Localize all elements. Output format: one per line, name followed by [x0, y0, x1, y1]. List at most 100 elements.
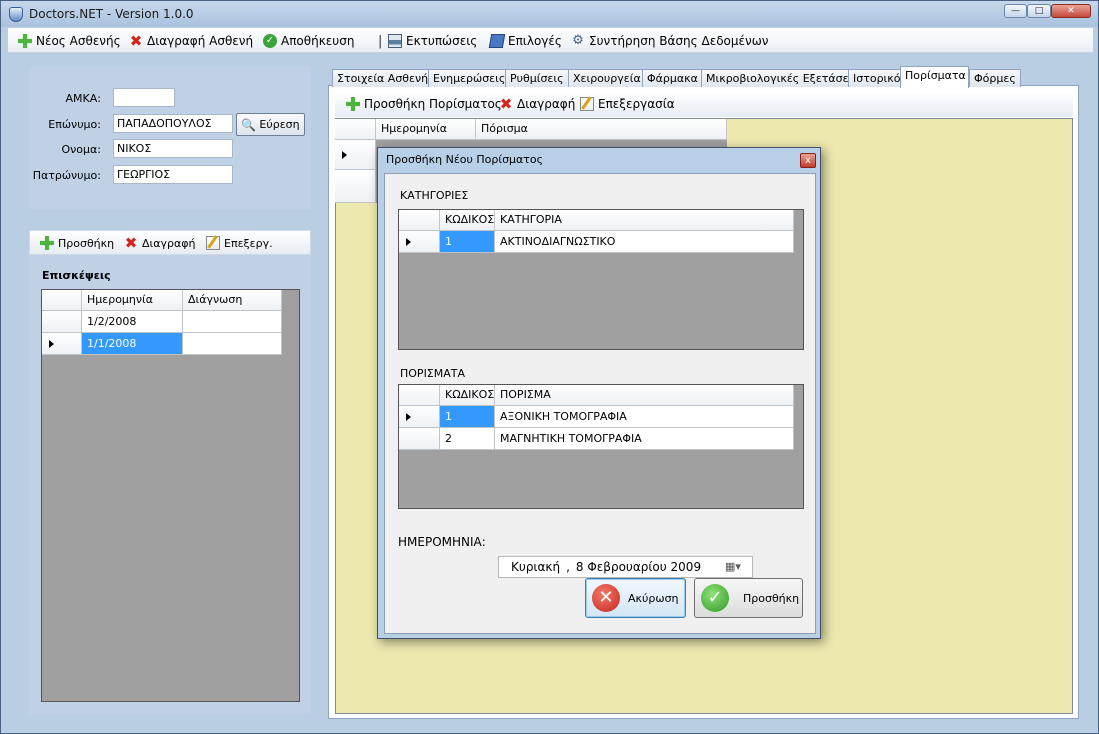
delete-finding-button[interactable]: ✖ Διαγραφή — [499, 95, 576, 113]
row-header[interactable] — [399, 428, 440, 450]
tab-settings[interactable]: Ρυθμίσεις — [505, 69, 569, 87]
add-button[interactable]: ✓ Προσθήκη — [694, 578, 803, 618]
grid-corner — [399, 385, 440, 406]
edit-icon — [580, 97, 594, 111]
dialog-title: Προσθήκη Νέου Πορίσματος — [386, 153, 544, 166]
edit-finding-label: Επεξεργασία — [598, 97, 675, 111]
column-header-category[interactable]: ΚΑΤΗΓΟΡΙΑ — [495, 210, 794, 231]
tab-findings[interactable]: Πορίσματα — [900, 66, 969, 88]
cancel-button-label: Ακύρωση — [628, 591, 679, 605]
row-header-current[interactable] — [335, 140, 376, 170]
dialog-close-button[interactable]: x — [800, 153, 816, 168]
visit-diagnosis-cell[interactable] — [183, 311, 282, 333]
delete-finding-label: Διαγραφή — [517, 97, 576, 111]
amka-label: ΑΜΚΑ: — [65, 92, 101, 105]
delete-patient-button[interactable]: ✖ Διαγραφή Ασθενή — [129, 33, 253, 49]
father-name-label: Πατρώνυμο: — [32, 169, 101, 182]
surname-input[interactable]: ΠΑΠΑΔΟΠΟΥΛΟΣ — [113, 114, 233, 133]
findings-list-grid[interactable]: ΚΩΔΙΚΟΣ ΠΟΡΙΣΜΑ 1 ΑΞΟΝΙΚΗ ΤΟΜΟΓΡΑΦΙΑ 2 Μ… — [398, 384, 804, 509]
row-header-current[interactable] — [399, 231, 440, 253]
visit-date-cell[interactable]: 1/2/2008 — [82, 311, 183, 333]
options-button[interactable]: Επιλογές — [488, 33, 562, 49]
options-icon — [488, 34, 506, 48]
column-header-finding[interactable]: ΠΟΡΙΣΜΑ — [495, 385, 794, 406]
tab-history[interactable]: Ιστορικό — [848, 69, 906, 87]
find-button[interactable]: 🔍 Εύρεση — [236, 113, 305, 136]
prints-button[interactable]: Εκτυπώσεις — [388, 33, 477, 49]
new-patient-label: Νέος Ασθενής — [36, 34, 121, 48]
date-label: ΗΜΕΡΟΜΗΝΙΑ: — [398, 535, 486, 549]
category-code-cell-selected[interactable]: 1 — [440, 231, 495, 253]
column-header-date[interactable]: Ημερομηνία — [82, 290, 183, 311]
tab-surgeries[interactable]: Χειρουργεία — [568, 69, 646, 87]
edit-visit-label: Επεξεργ. — [224, 236, 273, 250]
grid-corner — [335, 119, 376, 140]
row-header[interactable] — [335, 170, 376, 203]
row-header[interactable] — [42, 311, 82, 333]
categories-grid[interactable]: ΚΩΔΙΚΟΣ ΚΑΤΗΓΟΡΙΑ 1 ΑΚΤΙΝΟΔΙΑΓΝΩΣΤΙΚΟ — [398, 209, 804, 350]
dialog-body: ΚΑΤΗΓΟΡΙΕΣ ΚΩΔΙΚΟΣ ΚΑΤΗΓΟΡΙΑ 1 ΑΚΤΙΝΟΔΙΑ… — [384, 173, 816, 634]
finding-name-cell[interactable]: ΜΑΓΝΗΤΙΚΗ ΤΟΜΟΓΡΑΦΙΑ — [495, 428, 794, 450]
close-window-button[interactable]: ✕ — [1051, 4, 1091, 18]
date-value: 8 Φεβρουαρίου 2009 — [575, 560, 702, 574]
date-day: Κυριακή — [511, 560, 561, 574]
save-label: Αποθήκευση — [281, 34, 355, 48]
edit-finding-button[interactable]: Επεξεργασία — [580, 96, 675, 112]
maximize-button[interactable]: □ — [1027, 4, 1051, 18]
current-row-arrow-icon — [406, 413, 411, 421]
row-header-current[interactable] — [42, 333, 82, 355]
amka-input[interactable] — [113, 88, 175, 107]
finding-code-cell-selected[interactable]: 1 — [440, 406, 495, 428]
add-visit-button[interactable]: Προσθήκη — [40, 235, 114, 251]
ok-check-icon: ✓ — [701, 584, 729, 612]
add-finding-button[interactable]: Προσθήκη Πορίσματος — [346, 96, 502, 112]
add-finding-dialog: Προσθήκη Νέου Πορίσματος x ΚΑΤΗΓΟΡΙΕΣ ΚΩ… — [377, 147, 821, 639]
prints-label: Εκτυπώσεις — [406, 34, 478, 48]
visit-diagnosis-cell[interactable] — [183, 333, 282, 355]
current-row-arrow-icon — [49, 340, 54, 348]
current-row-arrow-icon — [406, 238, 411, 246]
plus-icon — [18, 34, 32, 48]
delete-x-icon: ✖ — [499, 95, 513, 113]
add-finding-label: Προσθήκη Πορίσματος — [364, 97, 502, 111]
tab-medicines[interactable]: Φάρμακα — [642, 69, 703, 87]
delete-visit-button[interactable]: ✖ Διαγραφή — [124, 235, 196, 251]
name-label: Ονομα: — [61, 143, 102, 156]
cancel-x-icon: ✕ — [592, 584, 620, 612]
tab-forms[interactable]: Φόρμες — [969, 69, 1021, 87]
findings-toolbar: Προσθήκη Πορίσματος ✖ Διαγραφή Επεξεργασ… — [335, 92, 1073, 117]
calendar-dropdown-icon[interactable]: ▦▾ — [725, 560, 741, 573]
grid-corner — [42, 290, 82, 311]
visit-date-cell-selected[interactable]: 1/1/2008 — [82, 333, 183, 355]
category-name-cell[interactable]: ΑΚΤΙΝΟΔΙΑΓΝΩΣΤΙΚΟ — [495, 231, 794, 253]
search-icon: 🔍 — [241, 117, 257, 132]
finding-name-cell[interactable]: ΑΞΟΝΙΚΗ ΤΟΜΟΓΡΑΦΙΑ — [495, 406, 794, 428]
title-bar[interactable]: Doctors.NET - Version 1.0.0 — □ ✕ — [1, 1, 1098, 27]
date-picker[interactable]: Κυριακή , 8 Φεβρουαρίου 2009 ▦▾ — [498, 556, 753, 578]
name-input[interactable]: ΝΙΚΟΣ — [113, 139, 233, 158]
father-name-input[interactable]: ΓΕΩΡΓΙΟΣ — [113, 165, 233, 184]
main-toolbar: Νέος Ασθενής ✖ Διαγραφή Ασθενή ✓ Αποθήκε… — [8, 28, 1093, 53]
tab-updates[interactable]: Ενημερώσεις — [428, 69, 511, 87]
visits-grid[interactable]: Ημερομηνία Διάγνωση 1/2/2008 1/1/2008 — [41, 289, 300, 702]
add-button-label: Προσθήκη — [743, 591, 800, 605]
column-header-diagnosis[interactable]: Διάγνωση — [183, 290, 282, 311]
column-header-code[interactable]: ΚΩΔΙΚΟΣ — [440, 385, 495, 406]
column-header-date[interactable]: Ημερομηνία — [376, 119, 476, 140]
tab-microbiology-tests[interactable]: Μικροβιολογικές Εξετάσεις — [701, 69, 864, 87]
tab-patient-info[interactable]: Στοιχεία Ασθενή — [332, 69, 434, 87]
edit-visit-button[interactable]: Επεξεργ. — [206, 235, 273, 251]
app-shield-icon — [9, 7, 23, 22]
column-header-code[interactable]: ΚΩΔΙΚΟΣ — [440, 210, 495, 231]
cancel-button[interactable]: ✕ Ακύρωση — [585, 578, 686, 618]
finding-code-cell[interactable]: 2 — [440, 428, 495, 450]
row-header-current[interactable] — [399, 406, 440, 428]
new-patient-button[interactable]: Νέος Ασθενής — [18, 33, 121, 49]
db-maintenance-label: Συντήρηση Βάσης Δεδομένων — [589, 34, 769, 48]
column-header-finding[interactable]: Πόρισμα — [476, 119, 727, 140]
minimize-button[interactable]: — — [1004, 4, 1027, 18]
printer-icon — [388, 34, 402, 48]
find-button-label: Εύρεση — [259, 118, 300, 131]
save-button[interactable]: ✓ Αποθήκευση — [263, 33, 354, 49]
db-maintenance-button[interactable]: ⚙ Συντήρηση Βάσης Δεδομένων — [571, 33, 768, 49]
